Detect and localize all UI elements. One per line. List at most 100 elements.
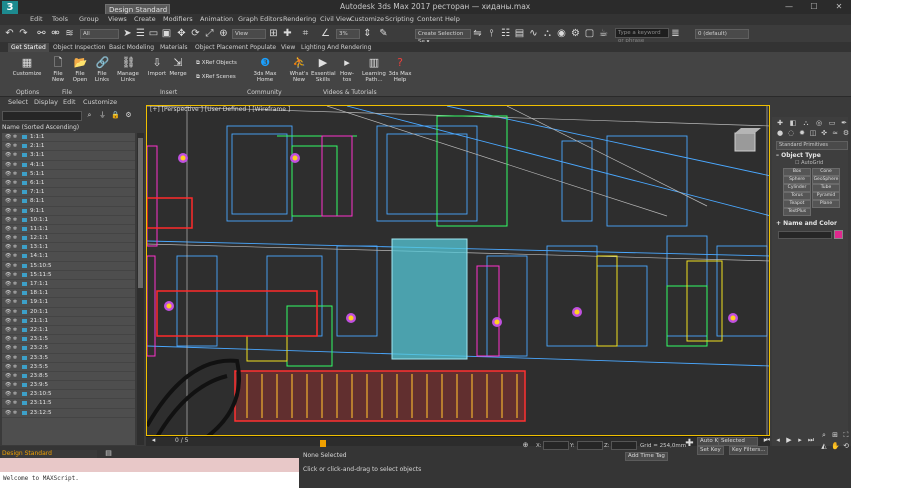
- merge-button[interactable]: ⇲ Merge: [168, 56, 188, 77]
- list-item[interactable]: 👁 ❄ 10:1:1: [2, 216, 135, 225]
- textplus-button[interactable]: TextPlus: [783, 208, 811, 216]
- list-item[interactable]: 👁 ❄ 23:5:5: [2, 363, 135, 372]
- rotate-icon[interactable]: ⟳: [190, 28, 201, 39]
- time-slider-frame[interactable]: 0 / 5: [175, 437, 188, 444]
- menu-group[interactable]: Group: [79, 15, 99, 23]
- teapot-button[interactable]: Teapot: [783, 200, 811, 208]
- play-icon[interactable]: ▶: [785, 436, 793, 444]
- create-tab-icon[interactable]: ✚: [776, 119, 784, 127]
- cameras-icon[interactable]: ◫: [809, 129, 817, 137]
- hierarchy-tab-icon[interactable]: ⛬: [802, 119, 810, 127]
- visibility-icon[interactable]: 👁 ❄: [5, 298, 17, 306]
- shapes-icon[interactable]: ◌: [787, 129, 795, 137]
- visibility-icon[interactable]: 👁 ❄: [5, 335, 17, 343]
- menu-help[interactable]: Help: [445, 15, 460, 23]
- visibility-icon[interactable]: 👁 ❄: [5, 326, 17, 334]
- menu-scripting[interactable]: Scripting: [385, 15, 414, 23]
- name-color-rollout[interactable]: + Name and Color: [776, 220, 837, 227]
- undo-icon[interactable]: ↶: [4, 28, 15, 39]
- display-tab-icon[interactable]: ▭: [828, 119, 836, 127]
- next-key-icon[interactable]: ▸: [796, 436, 804, 444]
- cone-button[interactable]: Cone: [812, 168, 840, 176]
- pivot-icon[interactable]: ⊞: [268, 28, 279, 39]
- visibility-icon[interactable]: 👁 ❄: [5, 170, 17, 178]
- maxscript-listener[interactable]: Welcome to MAXScript.: [0, 472, 299, 488]
- list-item[interactable]: 👁 ❄ 19:1:1: [2, 298, 135, 308]
- rendered-frame-window-icon[interactable]: ▢: [584, 28, 595, 39]
- visibility-icon[interactable]: 👁 ❄: [5, 308, 17, 316]
- menu-rendering[interactable]: Rendering: [283, 15, 316, 23]
- visibility-icon[interactable]: 👁 ❄: [5, 179, 17, 187]
- select-object-icon[interactable]: ➤: [122, 28, 133, 39]
- visibility-icon[interactable]: 👁 ❄: [5, 234, 17, 242]
- reference-coord-dropdown[interactable]: View: [232, 29, 266, 39]
- object-type-rollout[interactable]: – Object Type: [776, 152, 821, 159]
- customize-button[interactable]: ▦ Customize: [10, 56, 44, 77]
- visibility-icon[interactable]: 👁 ❄: [5, 372, 17, 380]
- key-filters-button[interactable]: Key Filters...: [729, 446, 769, 455]
- list-item[interactable]: 👁 ❄ 7:1:1: [2, 188, 135, 198]
- list-item[interactable]: 👁 ❄ 8:1:1: [2, 197, 135, 207]
- 3dsmax-logo[interactable]: 3: [2, 1, 18, 15]
- y-coordinate-field[interactable]: [577, 441, 603, 450]
- find-icon[interactable]: ⌕: [84, 110, 95, 121]
- menu-create[interactable]: Create: [134, 15, 156, 23]
- schematic-view-icon[interactable]: ⛬: [542, 28, 553, 39]
- list-item[interactable]: 👁 ❄ 22:1:1: [2, 326, 135, 336]
- goto-start-icon[interactable]: ⏮: [763, 436, 771, 444]
- selection-filter-dropdown[interactable]: All: [80, 29, 119, 39]
- link-icon[interactable]: ⚯: [36, 28, 47, 39]
- bind-spacewarp-icon[interactable]: ≋: [64, 28, 75, 39]
- visibility-icon[interactable]: 👁 ❄: [5, 142, 17, 150]
- helpers-icon[interactable]: ✜: [820, 129, 828, 137]
- add-time-tag-button[interactable]: Add Time Tag: [625, 452, 668, 461]
- learning-path-button[interactable]: ▥ Learning Path...: [362, 56, 386, 83]
- list-item[interactable]: 👁 ❄ 17:1:1: [2, 280, 135, 290]
- visibility-icon[interactable]: 👁 ❄: [5, 363, 17, 371]
- list-item[interactable]: 👁 ❄ 23:1:5: [2, 335, 135, 345]
- z-coordinate-field[interactable]: [611, 441, 637, 450]
- object-color-swatch[interactable]: [834, 230, 843, 239]
- scene-find-input[interactable]: [2, 111, 82, 121]
- file-links-button[interactable]: 🔗 File Links: [92, 56, 112, 83]
- window-crossing-icon[interactable]: ▣: [161, 28, 172, 39]
- scale-icon[interactable]: ⤢: [204, 28, 215, 39]
- angle-snap-icon[interactable]: ∠: [320, 28, 331, 39]
- cylinder-button[interactable]: Cylinder: [783, 184, 811, 192]
- layer-dropdown[interactable]: 0 (default): [695, 29, 749, 39]
- spinner-snap-icon[interactable]: ⇕: [362, 28, 373, 39]
- manage-links-button[interactable]: ⛓ Manage Links: [115, 56, 141, 83]
- visibility-icon[interactable]: 👁 ❄: [5, 216, 17, 224]
- tab-lighting-rendering[interactable]: Lighting And Rendering: [298, 43, 374, 52]
- search-input[interactable]: Type a keyword or phrase: [615, 28, 669, 44]
- toggle-scene-explorer-icon[interactable]: ☷: [500, 28, 511, 39]
- 3dsmax-help-button[interactable]: ? 3ds Max Help: [388, 56, 412, 83]
- visibility-icon[interactable]: 👁 ❄: [5, 207, 17, 215]
- render-production-icon[interactable]: ☕: [598, 28, 609, 39]
- spacewarps-icon[interactable]: ≈: [831, 129, 839, 137]
- scene-display-menu[interactable]: Display: [34, 98, 58, 106]
- material-editor-icon[interactable]: ◉: [556, 28, 567, 39]
- geometry-icon[interactable]: ●: [776, 129, 784, 137]
- unlink-icon[interactable]: ⚮: [50, 28, 61, 39]
- render-setup-icon[interactable]: ⚙: [570, 28, 581, 39]
- visibility-icon[interactable]: 👁 ❄: [5, 289, 17, 297]
- pan-icon[interactable]: ✋: [831, 442, 840, 450]
- list-item[interactable]: 👁 ❄ 15:11:5: [2, 271, 135, 280]
- list-item[interactable]: 👁 ❄ 23:9:5: [2, 381, 135, 391]
- list-item[interactable]: 👁 ❄ 6:1:1: [2, 179, 135, 189]
- scene-object-list[interactable]: 👁 ❄ 1:1:1 👁 ❄ 2:1:1 👁 ❄ 3:1:1 👁 ❄ 4:1:1 👁 ❄ 5:1:1…: [2, 133, 135, 445]
- prev-frame-icon[interactable]: ◂: [148, 435, 159, 446]
- visibility-icon[interactable]: 👁 ❄: [5, 133, 17, 141]
- visibility-icon[interactable]: 👁 ❄: [5, 243, 17, 251]
- systems-icon[interactable]: ⚙: [842, 129, 850, 137]
- frame-marker[interactable]: [320, 440, 326, 447]
- visibility-icon[interactable]: 👁 ❄: [5, 252, 17, 260]
- geosphere-button[interactable]: GeoSphere: [812, 176, 840, 184]
- list-item[interactable]: 👁 ❄ 2:1:1: [2, 142, 135, 152]
- tab-basic-modeling[interactable]: Basic Modeling: [106, 43, 157, 52]
- prev-key-icon[interactable]: ◂: [774, 436, 782, 444]
- tab-materials[interactable]: Materials: [157, 43, 191, 52]
- whats-new-button[interactable]: ⛹ What's New: [288, 56, 310, 83]
- mirror-icon[interactable]: ⇋: [472, 28, 483, 39]
